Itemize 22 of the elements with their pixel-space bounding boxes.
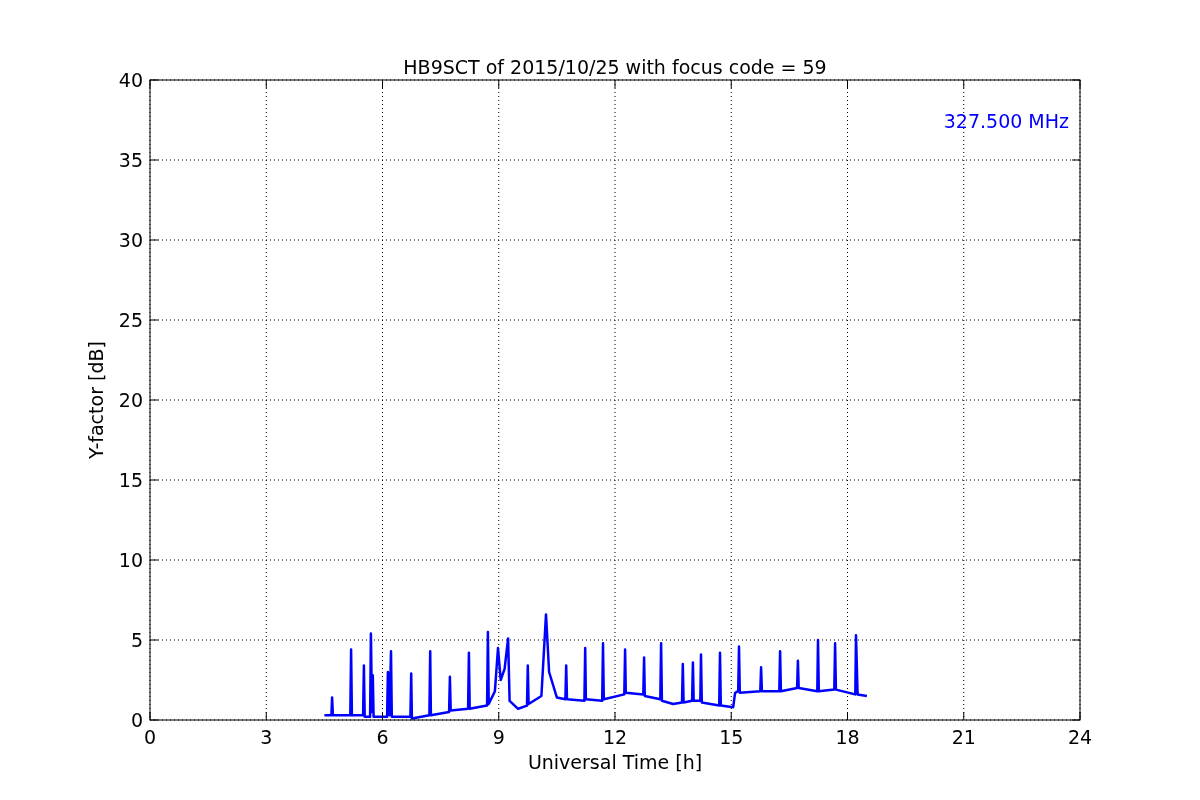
tick-label: 24 [1067,726,1093,748]
series-label: 327.500 MHz [943,110,1069,132]
tick-label: 15 [719,726,744,748]
tick-label: 9 [492,726,505,748]
tick-label: 12 [602,726,628,748]
tick-label: 20 [118,389,143,411]
tick-label: 40 [118,69,143,91]
tick-label: 5 [130,629,143,651]
x-axis-label: Universal Time [h] [527,751,703,773]
tick-label: 30 [118,229,143,251]
tick-label: 6 [376,726,389,748]
tick-label: 35 [118,149,143,171]
tick-label: 3 [260,726,273,748]
chart-title: HB9SCT of 2015/10/25 with focus code = 59 [403,56,827,78]
tick-label: 0 [143,726,157,748]
tick-label: 15 [118,469,143,491]
tick-label: 0 [130,709,143,731]
tick-label: 25 [118,309,143,331]
tick-label: 18 [835,726,860,748]
tick-label: 21 [951,726,976,748]
y-axis-label: Y-factor [dB] [85,341,107,459]
tick-label: 10 [118,549,143,571]
